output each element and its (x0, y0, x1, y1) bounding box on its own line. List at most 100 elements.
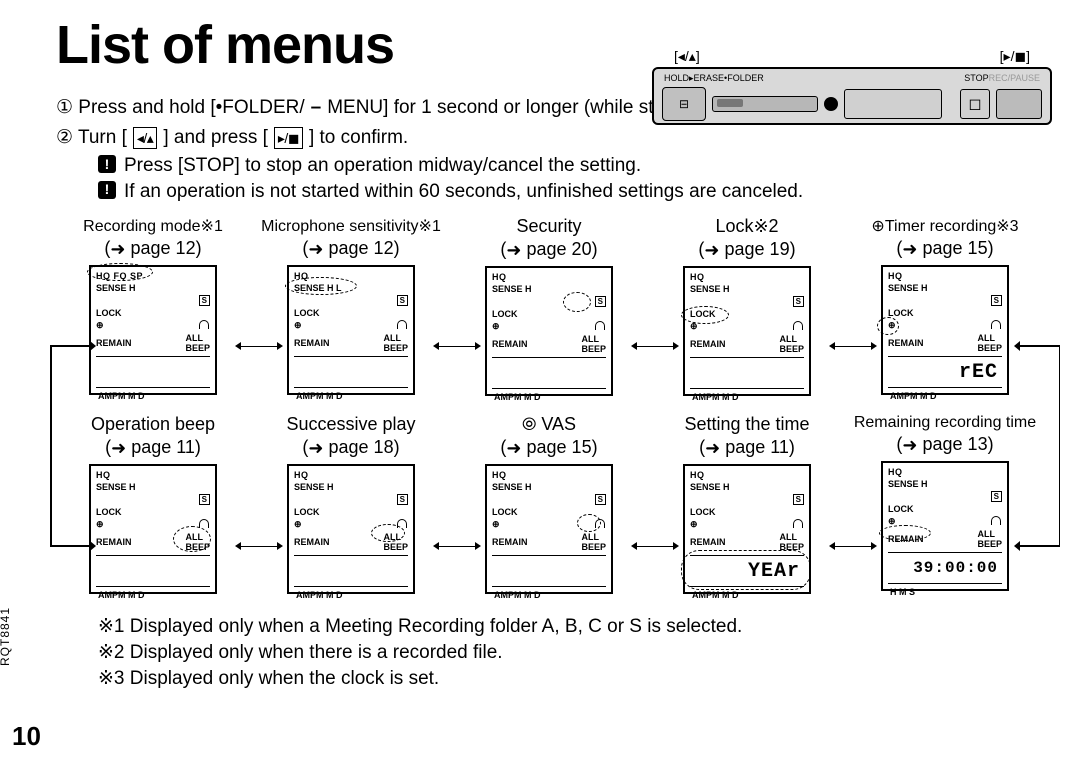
menu-mic-sensitivity: Microphone sensitivity※1 (➜ page 12) HQ … (257, 216, 445, 396)
page-ref: (➜ page 11) (699, 437, 795, 458)
lcd-top-line: HQ (690, 470, 804, 480)
menu-operation-beep: Operation beep (➜ page 11) HQ SENSE H S … (59, 414, 247, 594)
lcd-icon: HQ SENSE H S LOCK ⊕ REMAINALLBEEP AMPM M… (89, 464, 217, 594)
device-label-recpause: REC/PAUSE (989, 73, 1040, 84)
page-ref: (➜ page 15) (500, 437, 597, 458)
menu-connector-icon (241, 346, 277, 347)
device-label-stop: STOP (964, 73, 988, 84)
caution-icon: ! (98, 181, 116, 199)
menu-successive-play: Successive play (➜ page 18) HQ SENSE H S… (257, 414, 445, 594)
lcd-icon: HQ SENSE H S LOCK ⊕ REMAINALLBEEP YEAr A… (683, 464, 811, 594)
menu-lock: Lock※2 (➜ page 19) HQ SENSE H S LOCK ⊕ R… (653, 216, 841, 396)
device-label-hold: HOLD▸ (664, 73, 694, 84)
document-code: RQT8841 (0, 607, 12, 666)
page-ref: (➜ page 20) (500, 239, 597, 260)
step-2-text-b: ] and press [ (163, 124, 268, 152)
lcd-top-line: HQ (888, 271, 1002, 281)
menu-label: Lock※2 (715, 216, 778, 237)
menu-label: Remaining recording time (854, 414, 1036, 432)
device-label-folder: •FOLDER (724, 73, 764, 84)
arrow-left-icon (1014, 341, 1020, 351)
footnote-2: ※2 Displayed only when there is a record… (98, 640, 1042, 666)
menu-wrap-line-icon (1020, 345, 1060, 347)
hold-slider-icon (712, 96, 818, 112)
lcd-top-line: HQ (492, 470, 606, 480)
lcd-icon: HQ SENSE H S LOCK ⊕ REMAINALLBEEP AMPM M… (485, 464, 613, 594)
menu-connector-icon (241, 546, 277, 547)
footnotes: ※1 Displayed only when a Meeting Recordi… (56, 614, 1042, 691)
menu-setting-time: Setting the time (➜ page 11) HQ SENSE H … (653, 414, 841, 594)
playstop-key-icon: ▸/◼ (274, 127, 303, 149)
menu-row-1: Recording mode※1 (➜ page 12) HQ FQ SP SE… (56, 216, 1042, 396)
lcd-top-line: HQ (690, 272, 804, 282)
erase-hole-icon (824, 97, 838, 111)
page-ref: (➜ page 18) (302, 437, 399, 458)
menu-label: Recording mode※1 (83, 216, 223, 236)
caution-icon: ! (98, 155, 116, 173)
step-2-text-a: ② Turn [ (56, 124, 127, 152)
menu-wrap-line-icon (50, 346, 52, 546)
arrow-right-icon (90, 341, 96, 351)
step-2-text-c: ] to confirm. (309, 124, 408, 152)
menu-security: Security (➜ page 20) HQ SENSE H S LOCK ⊕… (455, 216, 643, 396)
lcd-top-line: HQ (294, 470, 408, 480)
menu-wrap-line-icon (50, 345, 90, 347)
lcd-icon: HQ SENSE H S LOCK ⊕ REMAINALLBEEP rEC AM… (881, 265, 1009, 395)
page-ref: (➜ page 15) (896, 238, 993, 259)
menu-label: Successive play (286, 414, 415, 435)
lcd-top-line: HQ (96, 470, 210, 480)
lcd-icon: HQ SENSE H S LOCK ⊕ REMAINALLBEEP AMPM M… (683, 266, 811, 396)
menu-connector-icon (835, 346, 871, 347)
menu-grid: Recording mode※1 (➜ page 12) HQ FQ SP SE… (56, 216, 1042, 594)
menu-row-2: Operation beep (➜ page 11) HQ SENSE H S … (56, 414, 1042, 594)
lcd-top-line: HQ (888, 467, 1002, 477)
menu-connector-icon (637, 346, 673, 347)
page-number: 10 (12, 721, 41, 752)
arrow-right-icon (90, 541, 96, 551)
lcd-icon: HQ FQ SP SENSE H S LOCK ⊕ REMAINALLBEEP … (89, 265, 217, 395)
lcd-icon: HQ SENSE H S LOCK ⊕ REMAINALLBEEP AMPM M… (485, 266, 613, 396)
menu-label: Microphone sensitivity※1 (261, 216, 441, 236)
menu-label: ⊕Timer recording※3 (871, 216, 1018, 236)
menu-wrap-line-icon (1059, 346, 1061, 546)
rec-pause-button-icon (996, 89, 1042, 119)
jog-key-icon: ◂/▴ (133, 127, 157, 149)
menu-label: Operation beep (91, 414, 215, 435)
menu-label: ⦾ VAS (522, 414, 576, 435)
menu-wrap-line-icon (50, 545, 90, 547)
footnote-1: ※1 Displayed only when a Meeting Recordi… (98, 614, 1042, 640)
folder-menu-button-icon (844, 89, 942, 119)
menu-connector-icon (835, 546, 871, 547)
lcd-icon: HQ SENSE H S LOCK ⊕ REMAINALLBEEP AMPM M… (287, 464, 415, 594)
jog-arrow-left: [◂/▴] (674, 48, 700, 65)
menu-label: Security (516, 216, 581, 237)
menu-timer-recording: ⊕Timer recording※3 (➜ page 15) HQ SENSE … (851, 216, 1039, 396)
step-1-text-a: ① Press and hold [•FOLDER/ (56, 94, 305, 122)
menu-label: Setting the time (684, 414, 809, 435)
page-ref: (➜ page 12) (104, 238, 201, 259)
menu-recording-mode: Recording mode※1 (➜ page 12) HQ FQ SP SE… (59, 216, 247, 396)
recorder-top-view: [◂/▴] [▸/◼] HOLD▸ ERASE •FOLDER STOP REC… (652, 48, 1052, 125)
menu-remaining-time: Remaining recording time (➜ page 13) HQ … (851, 414, 1039, 594)
page-ref: (➜ page 19) (698, 239, 795, 260)
arrow-left-icon (1014, 541, 1020, 551)
caution-notes: ! Press [STOP] to stop an operation midwa… (98, 153, 1042, 204)
menu-connector-icon (637, 546, 673, 547)
manual-page: List of menus [◂/▴] [▸/◼] HOLD▸ ERASE •F… (0, 0, 1080, 766)
page-ref: (➜ page 12) (302, 238, 399, 259)
menu-connector-icon (439, 546, 475, 547)
footnote-3: ※3 Displayed only when the clock is set. (98, 666, 1042, 692)
menu-wrap-line-icon (1020, 545, 1060, 547)
lcd-top-line: HQ (492, 272, 606, 282)
page-ref: (➜ page 13) (896, 434, 993, 455)
device-label-erase: ERASE (694, 73, 725, 84)
stop-button-icon: ◻ (960, 89, 990, 119)
lcd-icon: HQ SENSE H L S LOCK ⊕ REMAINALLBEEP AMPM… (287, 265, 415, 395)
caution-1: Press [STOP] to stop an operation midway… (124, 153, 641, 179)
lcd-icon: HQ SENSE H S LOCK ⊕ REMAINALLBEEP 39:00:… (881, 461, 1009, 591)
highlight-ring-icon (681, 550, 811, 590)
menu-vas: ⦾ VAS (➜ page 15) HQ SENSE H S LOCK ⊕ RE… (455, 414, 643, 594)
menu-connector-icon (439, 346, 475, 347)
jog-dial-icon: ⊟ (662, 87, 706, 121)
jog-arrow-right: [▸/◼] (1000, 48, 1030, 65)
